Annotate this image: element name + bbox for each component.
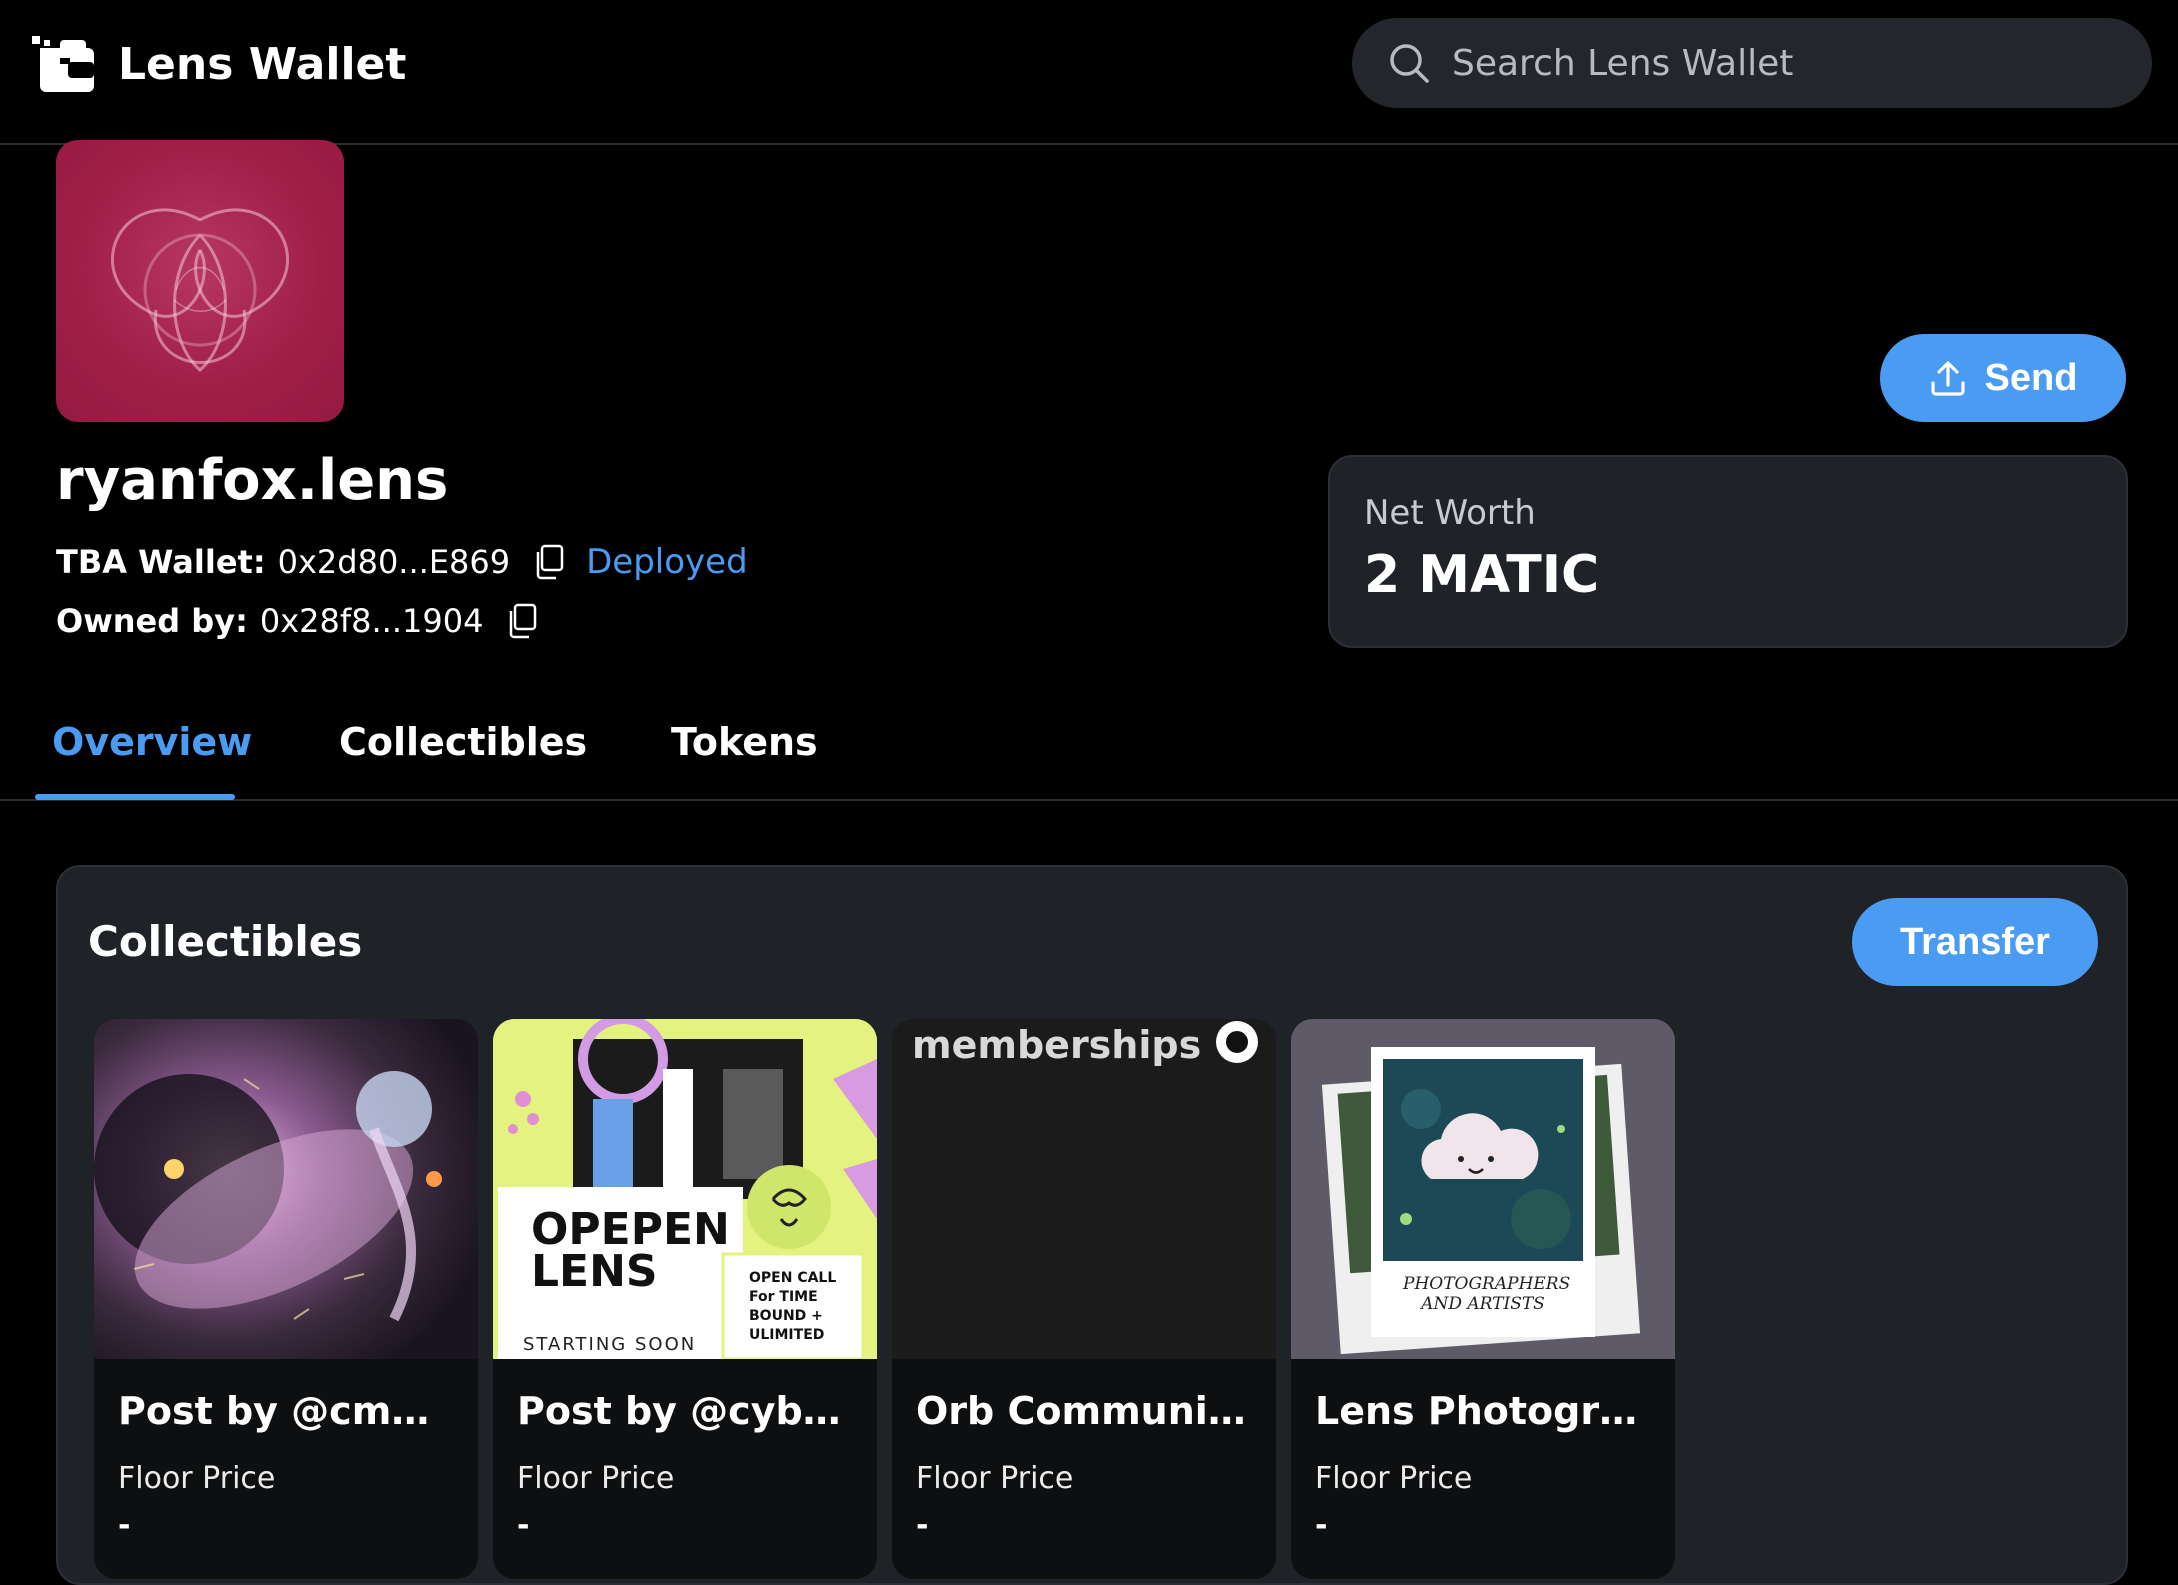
net-worth-label: Net Worth xyxy=(1364,493,1536,533)
send-button-label: Send xyxy=(1984,356,2078,399)
search-bar[interactable] xyxy=(1352,18,2152,108)
collectible-title: Post by @cmn_… xyxy=(118,1389,454,1433)
transfer-button[interactable]: Transfer xyxy=(1852,898,2098,986)
tba-wallet-row: TBA Wallet: 0x2d80...E869 Deployed xyxy=(56,540,748,584)
profile-handle: ryanfox.lens xyxy=(56,448,449,513)
open-call-text: OPEN CALL For TIME BOUND + ULIMITED xyxy=(749,1270,837,1343)
collectible-image xyxy=(94,1019,478,1359)
photographers-caption: PHOTOGRAPHERS AND ARTISTS xyxy=(1403,1274,1571,1314)
search-icon xyxy=(1390,44,1429,83)
collectibles-title: Collectibles xyxy=(88,917,363,966)
tab-tokens[interactable]: Tokens xyxy=(671,720,818,764)
collectible-card[interactable]: Post by @cmn_… Floor Price - xyxy=(94,1019,478,1579)
deployed-status: Deployed xyxy=(586,542,748,582)
orb-logo-icon xyxy=(1216,1021,1258,1063)
top-header: Lens Wallet xyxy=(0,0,2178,145)
search-input[interactable] xyxy=(1450,41,2130,85)
lens-knot-artwork xyxy=(111,208,289,373)
collectible-card[interactable]: PHOTOGRAPHERS AND ARTISTS Lens Photograp… xyxy=(1291,1019,1675,1579)
floor-price-label: Floor Price xyxy=(118,1461,276,1496)
send-button[interactable]: Send xyxy=(1880,334,2126,422)
owner-row: Owned by: 0x28f8...1904 xyxy=(56,599,539,643)
floor-price-label: Floor Price xyxy=(517,1461,675,1496)
tba-wallet-address: 0x2d80...E869 xyxy=(277,543,511,581)
collectible-image: memberships xyxy=(892,1019,1276,1359)
opepen-headline: OPEPEN LENS xyxy=(531,1204,730,1297)
collectible-image: PHOTOGRAPHERS AND ARTISTS xyxy=(1291,1019,1675,1359)
floor-price-label: Floor Price xyxy=(1315,1461,1473,1496)
collectible-title: Lens Photograph… xyxy=(1315,1389,1651,1433)
collectible-card[interactable]: OPEPEN LENS STARTING SOON OPEN CALL For … xyxy=(493,1019,877,1579)
profile-tabs: Overview Collectibles Tokens xyxy=(0,700,2178,801)
owner-address: 0x28f8...1904 xyxy=(259,602,484,640)
wallet-logo-icon xyxy=(32,36,94,92)
memberships-label: memberships xyxy=(912,1023,1202,1067)
brand[interactable]: Lens Wallet xyxy=(30,28,406,100)
net-worth-card: Net Worth 2 MATIC xyxy=(1328,455,2128,648)
copy-icon[interactable] xyxy=(532,544,566,580)
net-worth-value: 2 MATIC xyxy=(1364,545,1600,605)
owner-label: Owned by: xyxy=(56,602,248,640)
floor-price-value: - xyxy=(517,1508,530,1543)
active-tab-indicator xyxy=(35,794,235,800)
copy-icon[interactable] xyxy=(505,603,539,639)
tab-overview[interactable]: Overview xyxy=(52,720,252,764)
starting-soon-text: STARTING SOON xyxy=(523,1334,697,1355)
floor-price-value: - xyxy=(916,1508,929,1543)
profile-avatar xyxy=(56,140,344,422)
app-name: Lens Wallet xyxy=(118,38,407,90)
collectible-title: Post by @cybers… xyxy=(517,1389,853,1433)
collectible-card[interactable]: memberships Orb Communities Floor Price … xyxy=(892,1019,1276,1579)
collectible-image: OPEPEN LENS STARTING SOON OPEN CALL For … xyxy=(493,1019,877,1359)
floor-price-label: Floor Price xyxy=(916,1461,1074,1496)
tab-collectibles[interactable]: Collectibles xyxy=(339,720,587,764)
tba-wallet-label: TBA Wallet: xyxy=(56,543,266,581)
collectibles-panel: Collectibles Transfer Post by @cmn_… Flo… xyxy=(56,865,2128,1585)
collectible-title: Orb Communities xyxy=(916,1389,1252,1433)
floor-price-value: - xyxy=(118,1508,131,1543)
upload-icon xyxy=(1930,361,1965,396)
floor-price-value: - xyxy=(1315,1508,1328,1543)
